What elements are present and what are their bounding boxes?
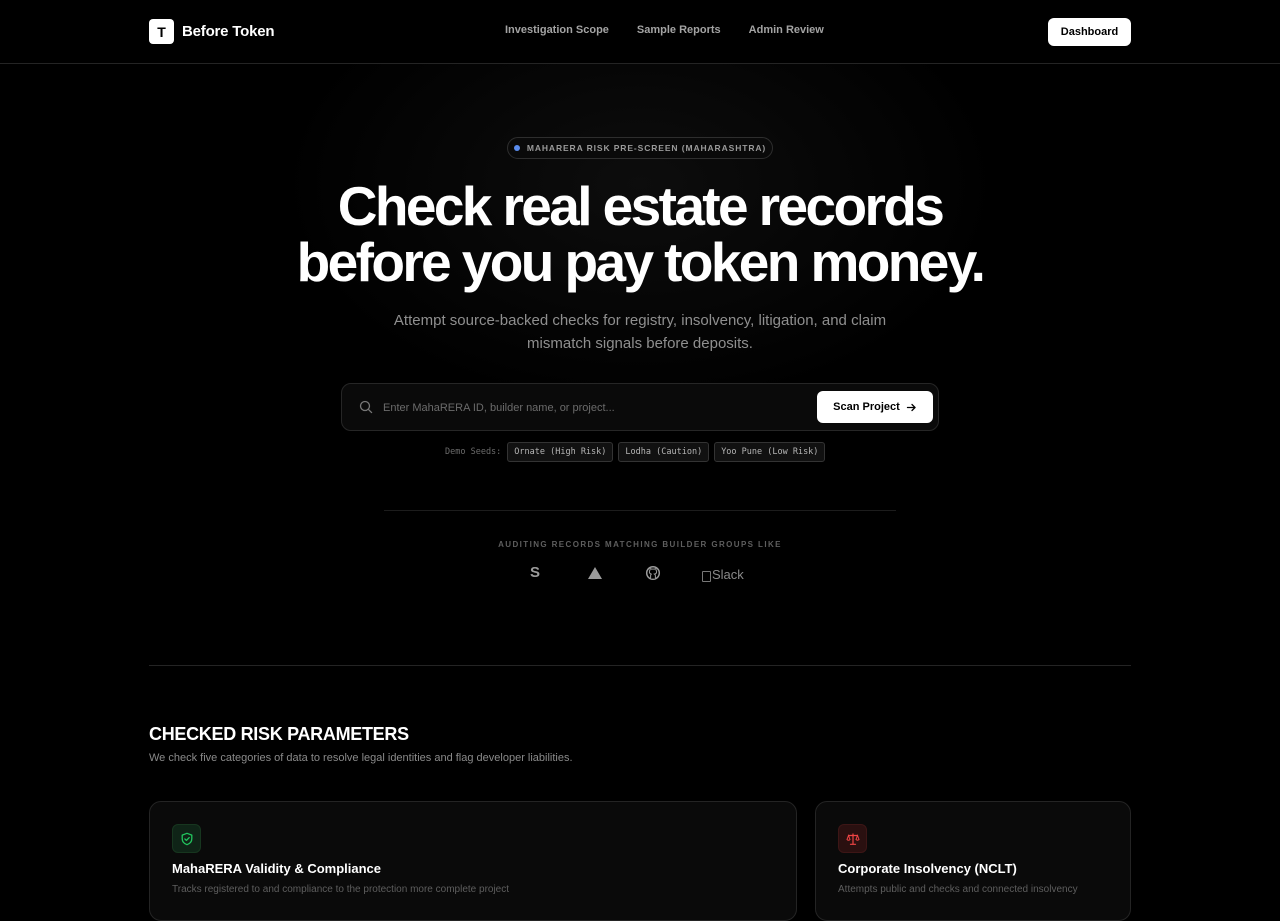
hero-headline: Check real estate records before you pay…	[0, 178, 1280, 290]
slack-logo-image: Slack	[702, 567, 744, 582]
arrow-right-icon	[906, 403, 916, 411]
brand-mark-icon: T	[149, 19, 174, 44]
scan-project-label: Scan Project	[833, 401, 900, 413]
risk-card-description: Tracks registered to and compliance to t…	[172, 884, 510, 895]
nav-link-sample-reports[interactable]: Sample Reports	[637, 24, 721, 36]
nav-link-admin-review[interactable]: Admin Review	[749, 24, 824, 36]
dashboard-button[interactable]: Dashboard	[1048, 18, 1131, 46]
demo-seeds-label: Demo Seeds:	[445, 447, 502, 457]
scan-project-button[interactable]: Scan Project	[817, 391, 933, 423]
risk-card-description: Attempts public and checks and connected…	[838, 884, 1078, 895]
scales-icon	[838, 824, 867, 853]
hero-badge: MAHARERA RISK PRE-SCREEN (MAHARASHTRA)	[507, 137, 773, 159]
risk-section-subtitle: We check five categories of data to reso…	[149, 752, 573, 764]
vercel-logo-icon	[588, 566, 602, 579]
auditing-label: AUDITING RECORDS MATCHING BUILDER GROUPS…	[498, 540, 782, 549]
search-icon	[359, 400, 373, 414]
badge-label: MAHARERA RISK PRE-SCREEN (MAHARASHTRA)	[526, 143, 767, 153]
seed-chip-yoo-pune[interactable]: Yoo Pune (Low Risk)	[714, 442, 826, 462]
search-input[interactable]	[383, 393, 803, 423]
broken-image-icon	[702, 571, 711, 582]
brand-name: Before Token	[182, 23, 275, 40]
nav-link-investigation-scope[interactable]: Investigation Scope	[505, 24, 609, 36]
seed-chip-lodha[interactable]: Lodha (Caution)	[618, 442, 710, 462]
headline-line-1: Check real estate records	[337, 175, 945, 237]
risk-card-maharera: MahaRERA Validity & Compliance Tracks re…	[149, 801, 797, 921]
stripe-logo-icon: S	[530, 564, 541, 581]
builder-logos: S Slack	[530, 564, 744, 582]
risk-card-title: MahaRERA Validity & Compliance	[172, 861, 382, 876]
risk-section-title: CHECKED RISK PARAMETERS	[149, 724, 409, 744]
seed-chip-ornate[interactable]: Ornate (High Risk)	[507, 442, 614, 462]
demo-seeds: Demo Seeds: Ornate (High Risk) Lodha (Ca…	[445, 442, 826, 462]
section-divider	[149, 665, 1131, 666]
nav-links: Investigation Scope Sample Reports Admin…	[505, 24, 824, 36]
brand-logo[interactable]: T Before Token	[149, 19, 275, 44]
shield-check-icon	[172, 824, 201, 853]
status-dot-icon	[513, 145, 520, 151]
risk-card-title: Corporate Insolvency (NCLT)	[838, 861, 1017, 876]
risk-card-insolvency: Corporate Insolvency (NCLT) Attempts pub…	[815, 801, 1131, 921]
headline-line-2: before you pay token money.	[296, 231, 986, 293]
hero-subheadline: Attempt source-backed checks for registr…	[393, 312, 887, 352]
hero-divider	[384, 510, 896, 511]
github-logo-icon	[645, 565, 661, 580]
search-bar: Scan Project	[341, 383, 939, 431]
top-navbar: T Before Token Investigation Scope Sampl…	[0, 0, 1280, 64]
slack-logo-alt-text: Slack	[712, 567, 744, 582]
